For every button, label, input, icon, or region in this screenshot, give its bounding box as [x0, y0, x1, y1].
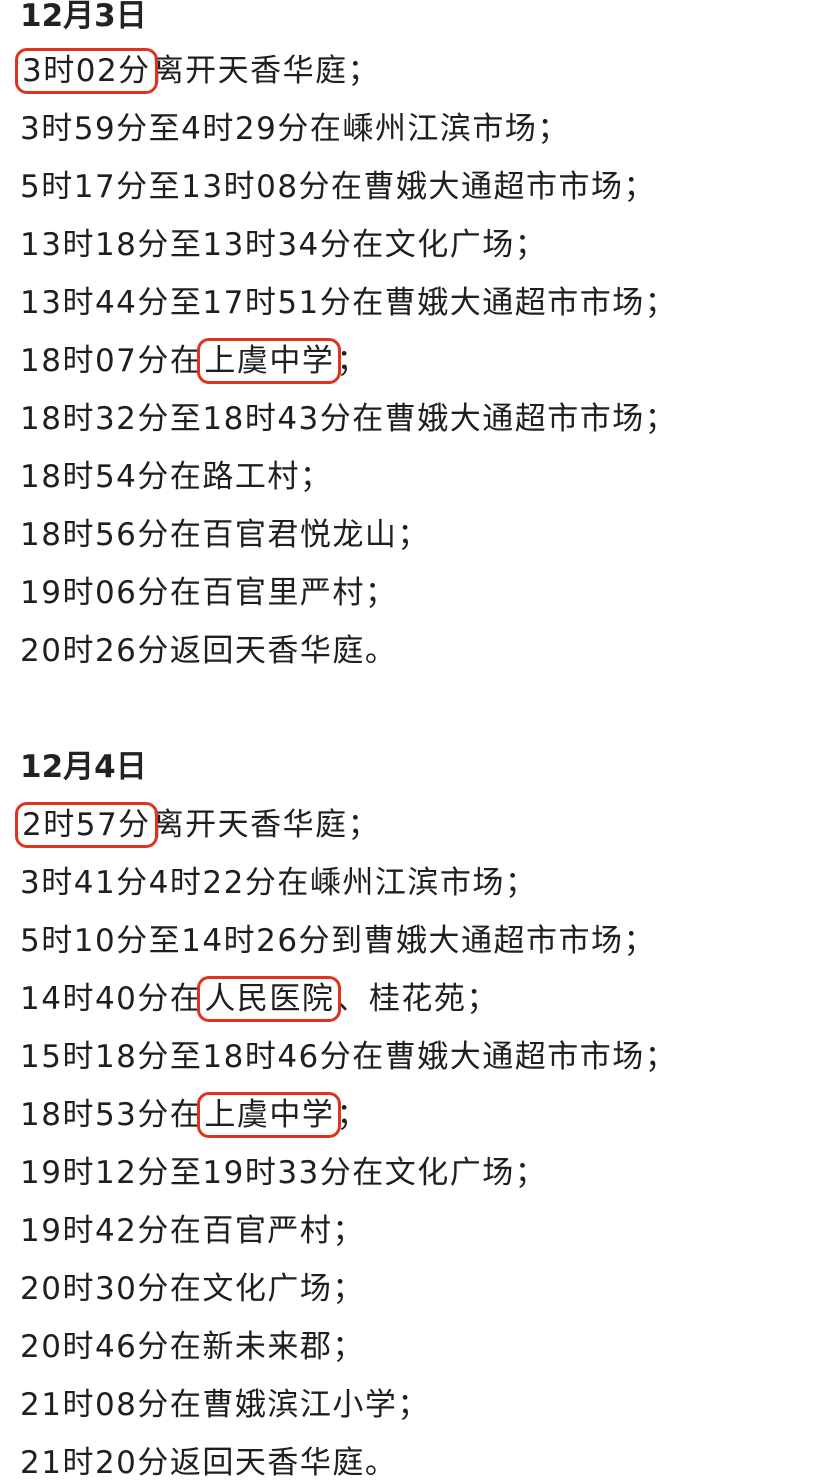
itinerary-line: 18时07分在上虞中学；: [20, 338, 369, 384]
itinerary-line: 19时12分至19时33分在文化广场；: [20, 1155, 548, 1191]
itinerary-line: 2时57分离开天香华庭；: [15, 802, 381, 848]
itinerary-line: 3时59分至4时29分在嵊州江滨市场；: [20, 111, 570, 147]
itinerary-line: 18时32分至18时43分在曹娥大通超市市场；: [20, 401, 678, 437]
itinerary-line: 20时30分在文化广场；: [20, 1271, 365, 1307]
itinerary-line: 21时08分在曹娥滨江小学；: [20, 1387, 430, 1423]
highlighted-time: 3时02分: [15, 48, 158, 94]
highlighted-time: 2时57分: [15, 802, 158, 848]
itinerary-line: 14时40分在人民医院、桂花苑；: [20, 976, 499, 1022]
itinerary-line: 20时46分在新未来郡；: [20, 1329, 365, 1365]
page-bottom-edge: [0, 1476, 820, 1482]
highlighted-place: 人民医院: [197, 976, 342, 1022]
section-date-1: 12月3日: [20, 0, 147, 34]
itinerary-line: 5时10分至14时26分到曹娥大通超市市场；: [20, 923, 657, 959]
section-date-2: 12月4日: [20, 749, 147, 785]
itinerary-line: 18时54分在路工村；: [20, 459, 333, 495]
highlighted-place: 上虞中学: [197, 338, 342, 384]
itinerary-line: 18时53分在上虞中学；: [20, 1092, 369, 1138]
itinerary-line: 13时44分至17时51分在曹娥大通超市市场；: [20, 285, 678, 321]
itinerary-line: 15时18分至18时46分在曹娥大通超市市场；: [20, 1039, 678, 1075]
itinerary-line: 3时41分4时22分在嵊州江滨市场；: [20, 865, 538, 901]
itinerary-line: 5时17分至13时08分在曹娥大通超市市场；: [20, 169, 657, 205]
itinerary-line: 18时56分在百官君悦龙山；: [20, 517, 430, 553]
itinerary-line: 19时42分在百官严村；: [20, 1213, 365, 1249]
itinerary-line: 13时18分至13时34分在文化广场；: [20, 227, 548, 263]
itinerary-line: 20时26分返回天香华庭。: [20, 633, 398, 669]
itinerary-line: 19时06分在百官里严村；: [20, 575, 398, 611]
itinerary-line: 3时02分离开天香华庭；: [15, 48, 381, 94]
highlighted-place: 上虞中学: [197, 1092, 342, 1138]
